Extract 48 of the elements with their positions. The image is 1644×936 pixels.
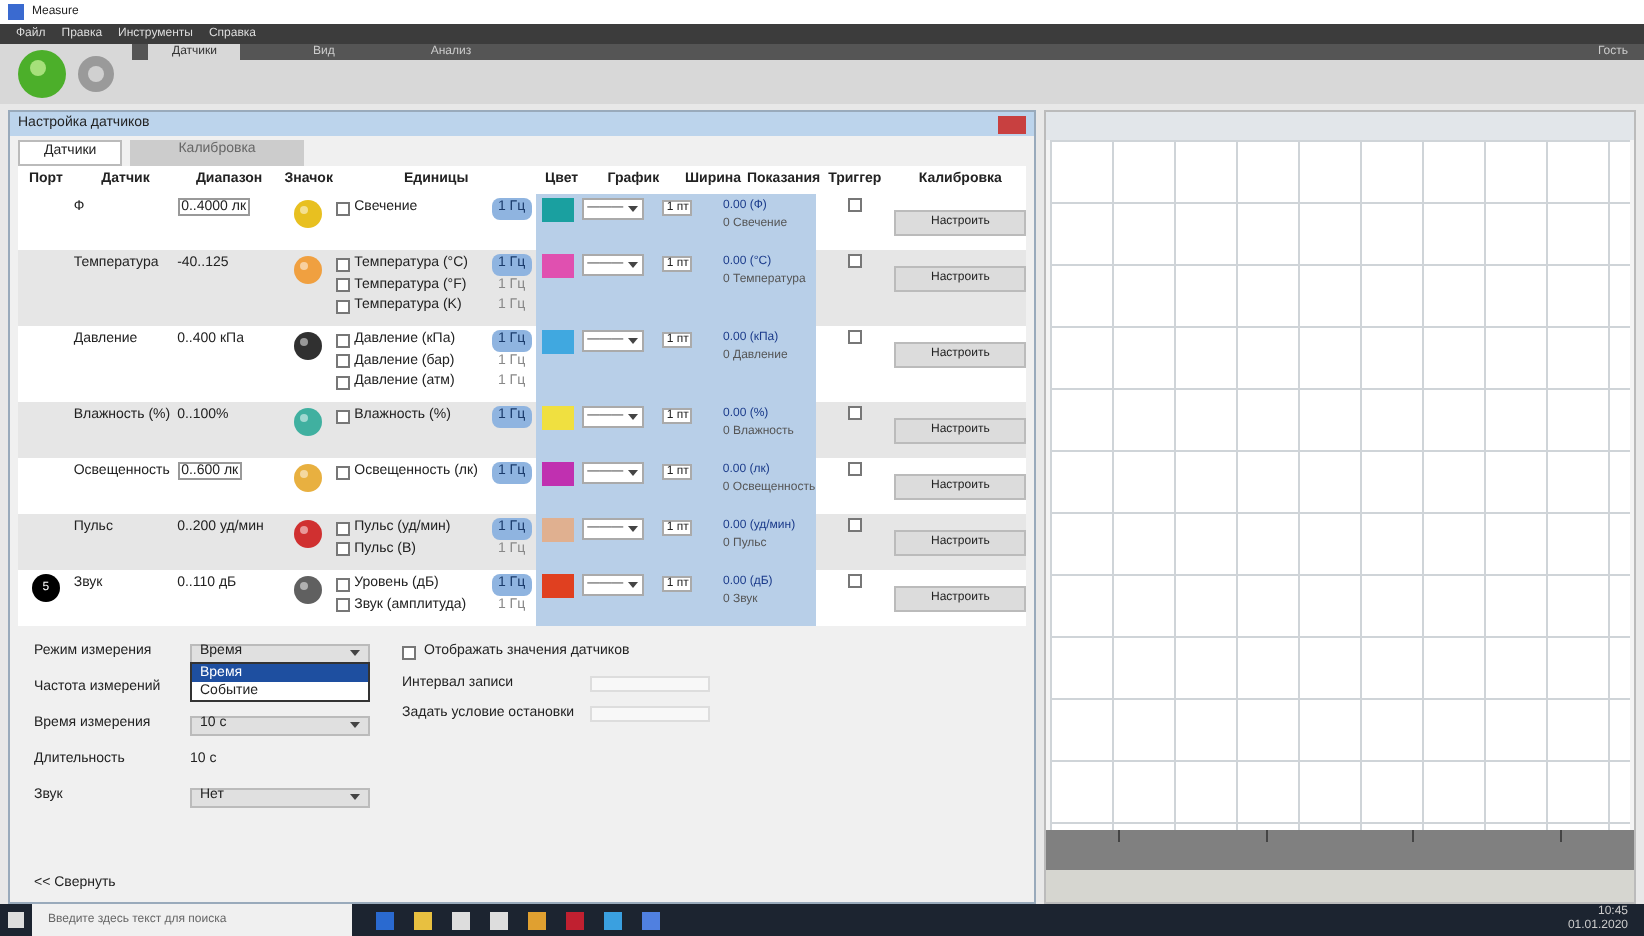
option-checkbox[interactable] (402, 645, 416, 660)
unit-checkbox[interactable] (336, 375, 351, 390)
unit-checkbox[interactable] (336, 333, 351, 348)
caret-icon (627, 414, 638, 420)
trigger-checkbox[interactable] (847, 518, 862, 532)
trigger-checkbox[interactable] (847, 574, 862, 588)
color-swatch[interactable] (542, 574, 575, 598)
caret-icon (350, 650, 360, 656)
trigger-checkbox[interactable] (847, 330, 862, 344)
caret-icon (350, 794, 360, 800)
unit-checkbox[interactable] (336, 409, 351, 424)
caret-icon (627, 262, 638, 268)
app-logo-icon (8, 4, 24, 20)
color-swatch[interactable] (542, 330, 575, 354)
unit-checkbox[interactable] (336, 577, 351, 592)
caret-icon (350, 722, 360, 728)
taskbar-app-icon[interactable] (452, 911, 470, 929)
start-icon[interactable] (16, 48, 68, 100)
option-field[interactable] (590, 706, 710, 723)
unit-checkbox[interactable] (336, 257, 351, 272)
color-swatch[interactable] (542, 254, 575, 278)
unit-checkbox[interactable] (336, 354, 351, 369)
trigger-checkbox[interactable] (847, 406, 862, 420)
unit-checkbox[interactable] (336, 521, 351, 536)
unit-checkbox[interactable] (336, 278, 351, 293)
unit-checkbox[interactable] (336, 598, 351, 613)
caret-icon (627, 338, 638, 344)
trigger-checkbox[interactable] (847, 254, 862, 268)
color-swatch[interactable] (542, 406, 575, 430)
color-swatch[interactable] (542, 462, 575, 486)
color-swatch[interactable] (542, 518, 575, 542)
taskbar-app-icon[interactable] (604, 911, 622, 929)
taskbar-app-icon[interactable] (414, 911, 432, 929)
option-field[interactable] (590, 675, 710, 692)
unit-checkbox[interactable] (336, 299, 351, 314)
caret-icon (627, 470, 638, 476)
caret-icon (627, 582, 638, 588)
unit-checkbox[interactable] (336, 201, 351, 216)
color-swatch[interactable] (542, 198, 575, 222)
caret-icon (627, 526, 638, 532)
trigger-checkbox[interactable] (847, 462, 862, 476)
taskbar-app-icon[interactable] (490, 911, 508, 929)
unit-checkbox[interactable] (336, 465, 351, 480)
unit-checkbox[interactable] (336, 542, 351, 557)
close-button[interactable] (998, 115, 1026, 133)
trigger-checkbox[interactable] (847, 198, 862, 212)
caret-icon (627, 206, 638, 212)
taskbar-app-icon[interactable] (528, 911, 546, 929)
